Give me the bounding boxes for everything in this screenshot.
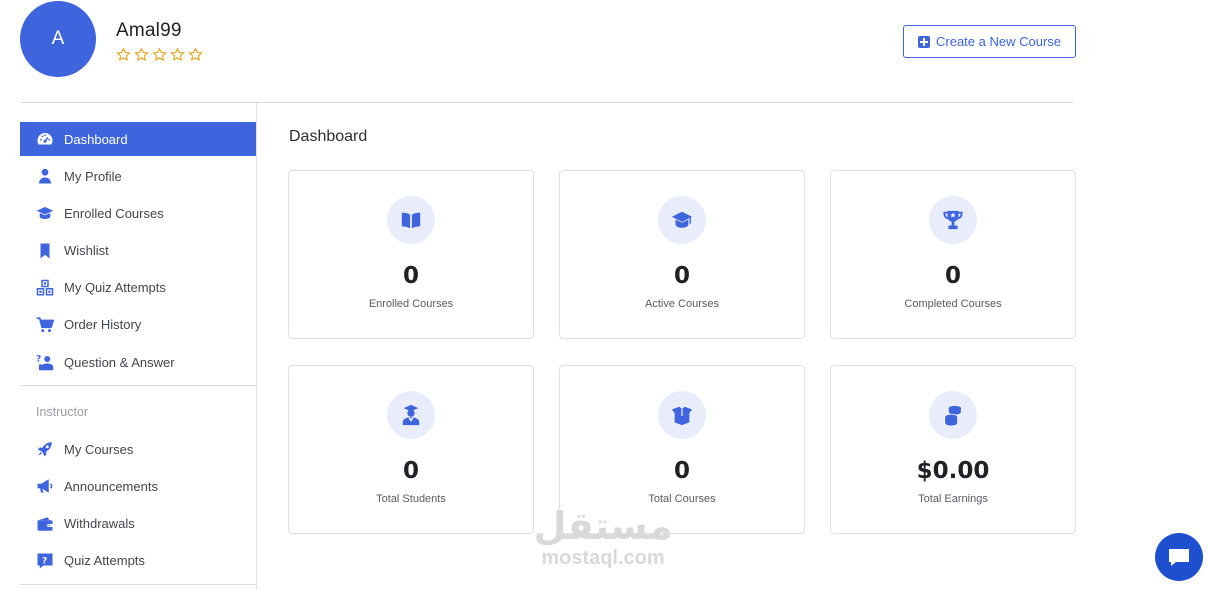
watermark-arabic: مستقل — [533, 504, 673, 548]
coins-icon — [929, 391, 977, 439]
profile-header: A Amal99 Create a New Course — [0, 0, 1208, 100]
instructor-section-label: Instructor — [36, 405, 89, 420]
dashboard-icon — [36, 130, 54, 148]
megaphone-icon — [36, 477, 54, 495]
stat-label: Enrolled Courses — [368, 298, 454, 310]
sidebar-item-label: Quiz Attempts — [64, 553, 145, 569]
sidebar-item-quiz-attempts[interactable]: ? Quiz Attempts — [20, 544, 256, 578]
svg-text:?: ? — [36, 354, 41, 364]
sidebar-item-order-history[interactable]: Order History — [20, 308, 256, 342]
sidebar-item-label: Announcements — [64, 478, 158, 494]
sidebar-item-wishlist[interactable]: Wishlist — [20, 234, 256, 268]
watermark: مستقل mostaql.com — [527, 505, 679, 569]
star-icon — [170, 48, 185, 61]
sidebar-item-dashboard[interactable]: Dashboard — [20, 122, 256, 156]
watermark-latin: mostaql.com — [541, 547, 665, 569]
star-icon — [188, 48, 203, 61]
stat-value: 0 — [673, 263, 690, 289]
chat-button[interactable] — [1155, 533, 1203, 581]
student-icon — [387, 391, 435, 439]
trophy-icon — [929, 196, 977, 244]
open-box-icon — [658, 391, 706, 439]
sidebar-item-label: Enrolled Courses — [64, 205, 164, 221]
bookmark-icon — [36, 242, 54, 260]
stat-card-completed-courses: 0 Completed Courses — [830, 170, 1076, 339]
star-icon — [152, 48, 167, 61]
stat-value: 0 — [402, 458, 419, 484]
question-box-icon: ? — [36, 552, 54, 570]
stat-label: Active Courses — [645, 298, 719, 310]
sidebar-item-enrolled-courses[interactable]: Enrolled Courses — [20, 196, 256, 230]
stat-label: Total Students — [376, 493, 446, 505]
star-icon — [134, 48, 149, 61]
plus-square-icon — [918, 35, 930, 48]
sidebar-item-announcements[interactable]: Announcements — [20, 469, 256, 503]
chat-icon — [1169, 549, 1189, 566]
rocket-icon — [36, 440, 54, 458]
stat-value: 0 — [673, 458, 690, 484]
question-person-icon: ? — [36, 353, 54, 371]
graduation-cap-icon — [36, 204, 54, 222]
stat-card-active-courses: 0 Active Courses — [559, 170, 805, 339]
quiz-blocks-icon — [36, 279, 54, 297]
sidebar-item-my-quiz-attempts[interactable]: My Quiz Attempts — [20, 271, 256, 305]
stat-card-total-earnings: $0.00 Total Earnings — [830, 365, 1076, 534]
sidebar-section-divider — [20, 385, 256, 387]
stat-card-enrolled-courses: 0 Enrolled Courses — [288, 170, 534, 339]
stat-label: Completed Courses — [904, 298, 1002, 310]
star-icon — [116, 48, 131, 61]
graduation-cap-icon — [658, 196, 706, 244]
sidebar-divider — [256, 103, 257, 590]
sidebar-item-label: Withdrawals — [64, 516, 135, 531]
sidebar: Dashboard My Profile Enrolled Courses Wi… — [20, 122, 256, 585]
stat-value: 0 — [944, 263, 961, 289]
sidebar-item-my-courses[interactable]: My Courses — [20, 432, 256, 466]
rating-stars — [116, 47, 203, 62]
stat-card-total-students: 0 Total Students — [288, 365, 534, 534]
sidebar-item-withdrawals[interactable]: Withdrawals — [20, 507, 256, 541]
wallet-icon — [36, 515, 54, 533]
sidebar-item-label: My Quiz Attempts — [64, 280, 166, 296]
sidebar-item-my-profile[interactable]: My Profile — [20, 159, 256, 193]
sidebar-item-question-answer[interactable]: ? Question & Answer — [20, 345, 256, 379]
cart-icon — [36, 316, 54, 334]
username: Amal99 — [116, 20, 182, 41]
sidebar-item-label: Question & Answer — [64, 354, 175, 370]
sidebar-item-label: My Profile — [64, 168, 122, 184]
stat-label: Total Earnings — [918, 493, 988, 505]
open-book-icon — [387, 196, 435, 244]
sidebar-item-label: Order History — [64, 317, 142, 333]
sidebar-item-label: My Courses — [64, 441, 134, 457]
sidebar-item-label: Wishlist — [64, 243, 109, 259]
create-course-label: Create a New Course — [936, 34, 1061, 49]
create-course-button[interactable]: Create a New Course — [903, 25, 1076, 58]
stat-value: $0.00 — [916, 458, 990, 484]
sidebar-section-divider — [20, 583, 256, 585]
page-title: Dashboard — [289, 128, 368, 145]
svg-text:?: ? — [42, 556, 47, 566]
stat-value: 0 — [402, 263, 419, 289]
avatar[interactable]: A — [20, 1, 96, 77]
header-divider — [21, 102, 1073, 103]
user-icon — [36, 167, 54, 185]
sidebar-item-label: Dashboard — [64, 131, 128, 147]
